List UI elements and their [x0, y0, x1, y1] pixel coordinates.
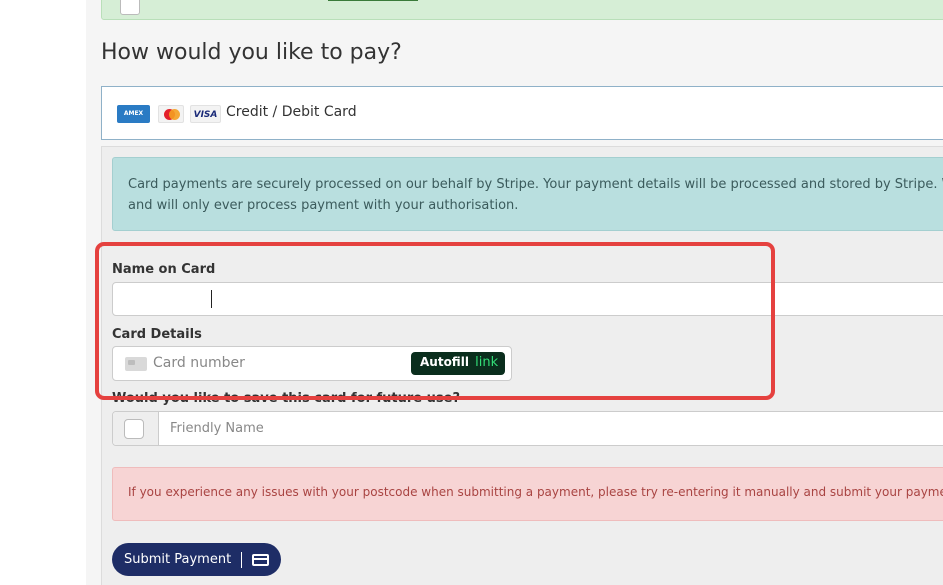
link-brand-label: link — [475, 355, 499, 370]
autofill-label: Autofill — [420, 355, 469, 369]
button-separator — [241, 551, 243, 568]
page-title: How would you like to pay? — [101, 40, 402, 65]
save-card-checkbox[interactable] — [124, 419, 144, 439]
mastercard-logo-icon — [158, 105, 184, 123]
visa-logo-icon: VISA — [190, 105, 221, 123]
credit-card-icon — [125, 357, 147, 371]
postcode-warning-alert: If you experience any issues with your p… — [112, 467, 943, 521]
card-details-label: Card Details — [112, 327, 202, 342]
left-gutter — [0, 0, 87, 585]
save-card-group — [112, 411, 943, 446]
card-number-field[interactable]: Card number Autofill link — [112, 346, 512, 381]
postcode-warning-text: If you experience any issues with your p… — [128, 485, 943, 499]
name-on-card-label: Name on Card — [112, 262, 216, 277]
autofill-link-button[interactable]: Autofill link — [411, 352, 505, 375]
friendly-name-input[interactable] — [159, 412, 943, 445]
name-on-card-input[interactable] — [112, 282, 943, 316]
stripe-info-text-line2: and will only ever process payment with … — [128, 198, 519, 213]
amex-logo-icon: AMEX — [117, 105, 150, 123]
payment-method-credit-debit[interactable]: AMEX VISA Credit / Debit Card — [101, 86, 943, 140]
main-content: How would you like to pay? AMEX VISA Cre… — [86, 0, 943, 585]
save-card-label: Would you like to save this card for fut… — [112, 391, 461, 406]
stripe-info-text: Card payments are securely processed on … — [128, 177, 943, 192]
submit-payment-button[interactable]: Submit Payment — [112, 543, 282, 576]
top-banner — [101, 0, 943, 20]
stripe-info-alert: Card payments are securely processed on … — [112, 157, 943, 231]
card-number-placeholder: Card number — [153, 355, 245, 371]
text-caret — [211, 290, 212, 308]
save-card-addon — [113, 412, 159, 445]
submit-payment-label: Submit Payment — [124, 552, 232, 567]
payment-method-label: Credit / Debit Card — [226, 104, 357, 120]
banner-checkbox[interactable] — [120, 0, 140, 15]
credit-card-icon — [252, 553, 270, 566]
banner-link-underline[interactable] — [328, 0, 418, 1]
